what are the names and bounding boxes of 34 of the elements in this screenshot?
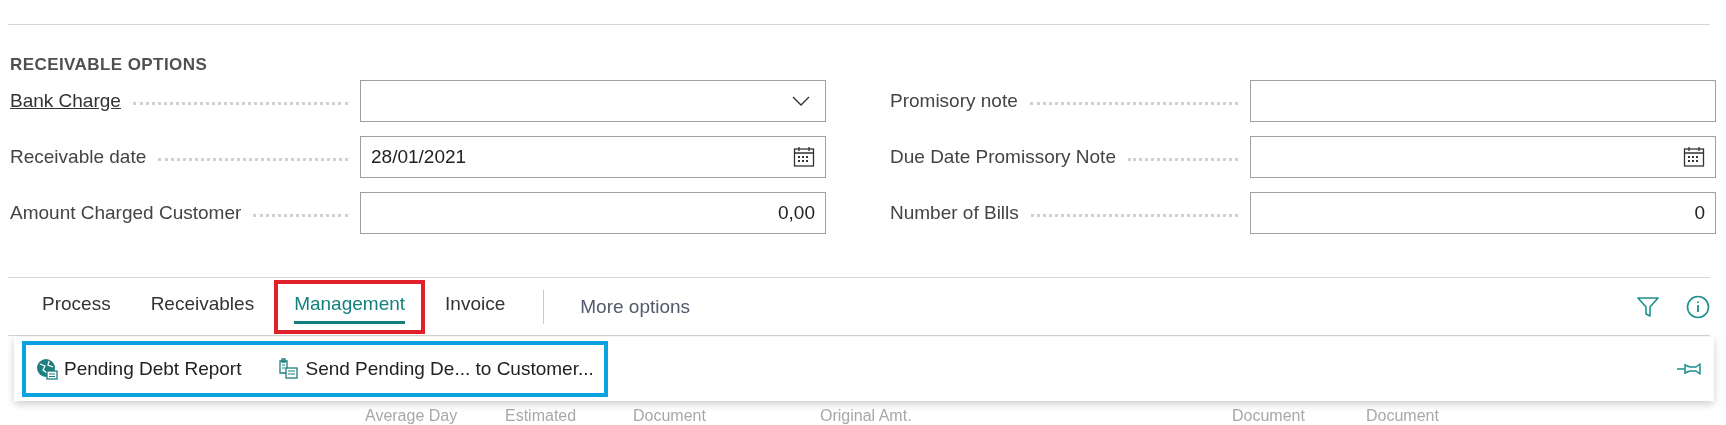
document-send-icon [277, 358, 300, 380]
tab[interactable]: Management [294, 290, 406, 324]
column-header: Document [1366, 406, 1439, 425]
tab[interactable]: Receivables [150, 290, 255, 324]
dropdown-field[interactable] [360, 80, 826, 122]
filter-icon[interactable] [1636, 295, 1660, 319]
field-label: Receivable date [10, 144, 147, 169]
calendar-icon[interactable] [1683, 146, 1705, 168]
input-field[interactable]: 0,00 [360, 192, 826, 234]
column-header: Estimated [505, 406, 577, 425]
input-field[interactable]: 0 [1250, 192, 1716, 234]
column-header: Original Amt. [820, 406, 912, 425]
section-title: RECEIVABLE OPTIONS [10, 54, 209, 76]
calendar-icon[interactable] [793, 146, 815, 168]
input-field[interactable] [1250, 80, 1716, 122]
input-field[interactable] [1250, 136, 1716, 178]
tab[interactable]: Invoice [445, 290, 506, 324]
column-header: Document [1232, 406, 1305, 425]
field-label: Promisory note [890, 88, 1018, 113]
field-label: Amount Charged Customer [10, 200, 242, 225]
menu-item[interactable]: Pending Debt Report [36, 354, 242, 384]
menu-item[interactable]: Send Pending De... to Customer... [277, 354, 594, 384]
column-header: Average Day [365, 406, 458, 425]
chevron-down-icon[interactable] [791, 95, 811, 107]
input-field[interactable]: 28/01/2021 [360, 136, 826, 178]
more-options-button[interactable]: More options [580, 292, 691, 322]
field-label: Number of Bills [890, 200, 1019, 225]
pin-icon[interactable] [1676, 361, 1702, 377]
tab[interactable]: Process [42, 290, 111, 324]
field-label: Due Date Promissory Note [890, 144, 1116, 169]
column-header: Document [633, 406, 706, 425]
info-icon[interactable] [1686, 295, 1710, 319]
globe-report-icon [36, 358, 58, 380]
field-label-link[interactable]: Bank Charge [10, 86, 121, 116]
